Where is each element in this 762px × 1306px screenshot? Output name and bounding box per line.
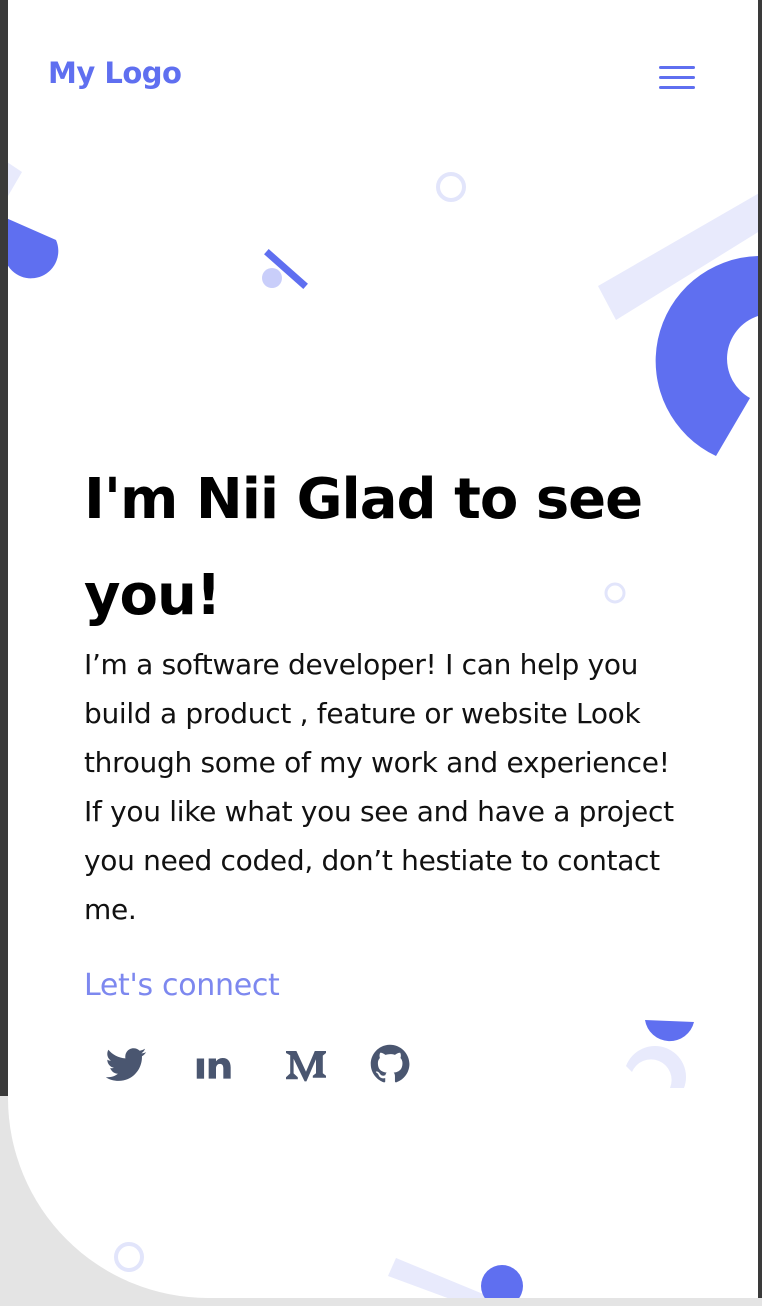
landing-page: My Logo I'm Nii Glad to see you! I’m a s… xyxy=(8,0,758,1298)
linkedin-link[interactable] xyxy=(194,1040,238,1088)
hero-title: I'm Nii Glad to see you! xyxy=(84,467,643,628)
hamburger-menu-icon-line xyxy=(659,76,695,79)
deco-half-circle-left xyxy=(8,218,59,279)
twitter-link[interactable] xyxy=(104,1040,148,1088)
hamburger-menu-icon xyxy=(659,66,695,69)
deco-half-ring-right xyxy=(655,256,758,456)
deco-dot-bottom xyxy=(481,1265,523,1298)
medium-icon xyxy=(286,1051,326,1082)
hero-description: I’m a software developer! I can help you… xyxy=(84,648,674,926)
lets-connect-link[interactable]: Let's connect xyxy=(84,968,280,1003)
deco-dot xyxy=(262,268,282,288)
deco-ring-bottom-left xyxy=(114,1242,144,1272)
medium-link[interactable] xyxy=(282,1040,326,1088)
github-link[interactable] xyxy=(368,1040,412,1088)
twitter-icon xyxy=(105,1048,147,1081)
linkedin-icon xyxy=(196,1057,231,1079)
deco-arc-bottom-right xyxy=(626,1045,687,1088)
deco-bar-bottom xyxy=(388,1258,488,1298)
deco-ring-top xyxy=(436,172,466,202)
deco-half-circle-bottom-right xyxy=(645,1020,694,1042)
hamburger-menu-icon-line xyxy=(659,86,695,89)
logo[interactable]: My Logo xyxy=(48,56,182,90)
github-icon xyxy=(370,1044,410,1083)
deco-stripe-top-left xyxy=(8,162,22,196)
hamburger-menu-button[interactable] xyxy=(656,62,698,96)
page-bottom-edge xyxy=(0,1298,762,1306)
